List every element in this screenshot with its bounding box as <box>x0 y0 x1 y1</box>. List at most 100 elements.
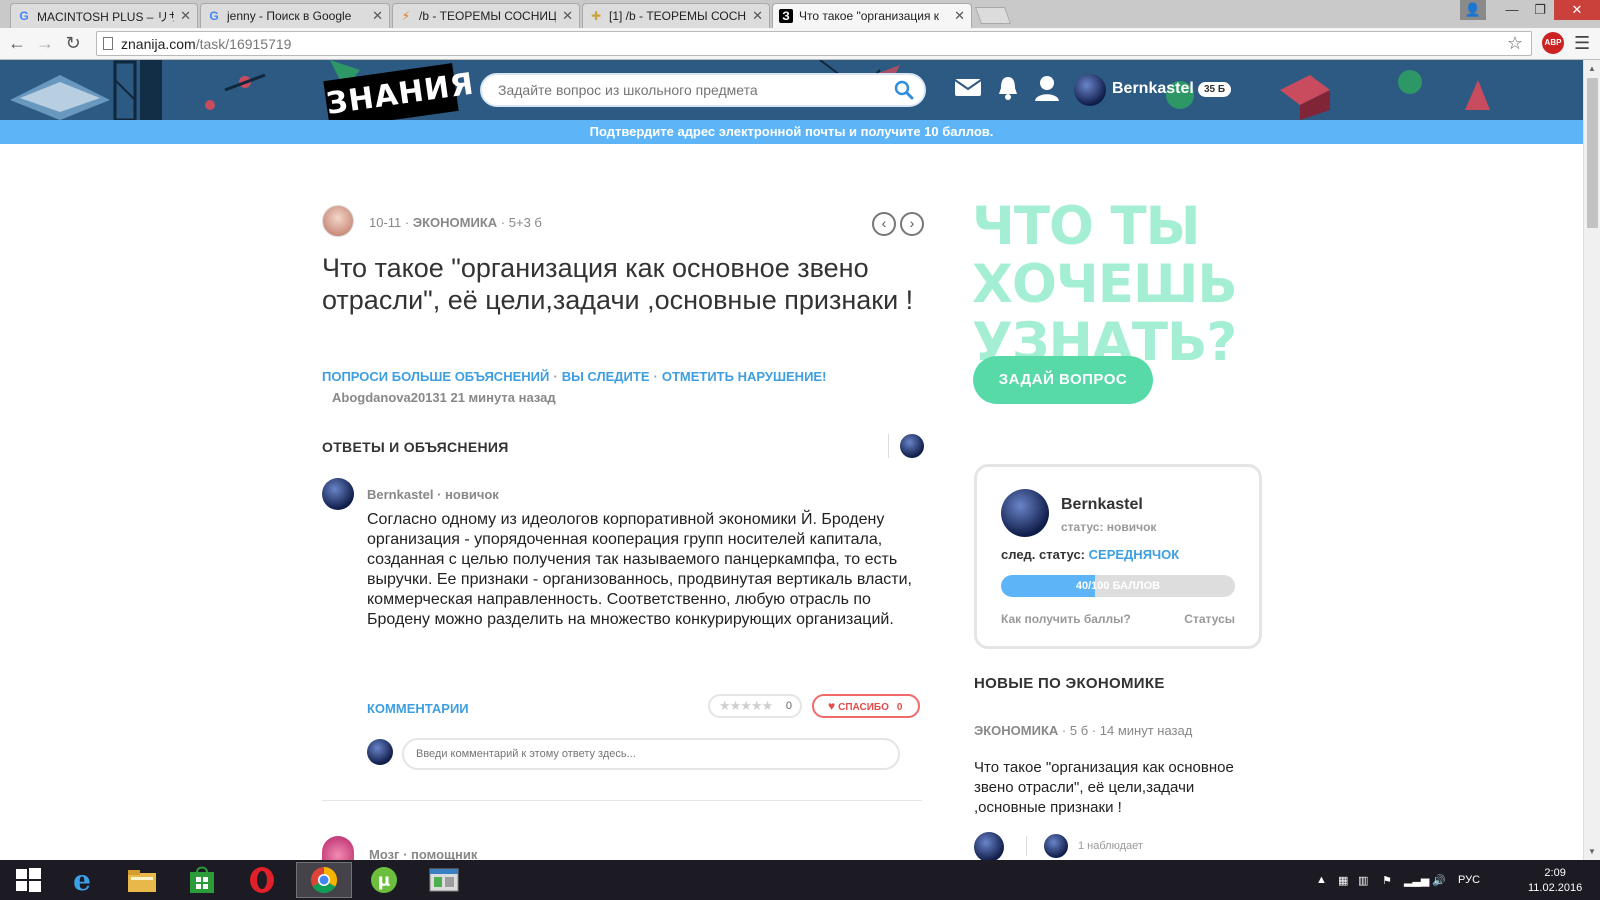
action-center-icon[interactable]: ▦ <box>1338 874 1348 887</box>
close-tab-icon[interactable]: ✕ <box>180 8 191 24</box>
tab-strip: G MACINTOSH PLUS – リサフ ✕ G jenny - Поиск… <box>0 0 1600 28</box>
answer-rank: новичок <box>445 487 499 502</box>
internet-explorer-icon[interactable]: e <box>54 862 110 898</box>
current-user-mini-avatar[interactable] <box>900 434 924 458</box>
how-to-get-points-link[interactable]: Как получить баллы? <box>1001 612 1131 626</box>
rating-count: 0 <box>785 700 792 712</box>
comment-input[interactable] <box>416 740 886 768</box>
browser-toolbar: ← → ↻ znanija.com/task/16915719 ☆ ABP ☰ <box>0 28 1600 60</box>
bookmark-star-icon[interactable]: ☆ <box>1507 33 1523 54</box>
question-grade[interactable]: 10-11 <box>369 215 401 230</box>
opera-icon[interactable] <box>234 862 290 898</box>
ask-more-explanations-link[interactable]: ПОПРОСИ БОЛЬШЕ ОБЪЯСНЕНИЙ <box>322 369 549 384</box>
google-icon: G <box>209 9 219 23</box>
watchers-count: 1 наблюдает <box>1078 840 1143 852</box>
points-progress-bar: 40/100 БАЛЛОВ <box>1001 575 1235 597</box>
answer2-author-avatar[interactable] <box>322 836 354 860</box>
utorrent-icon[interactable]: µ <box>356 862 412 898</box>
answer-rating[interactable]: ★★★★★ 0 <box>708 694 802 718</box>
browser-tab-5[interactable]: З Что такое "организация к ✕ <box>772 3 972 28</box>
next-question-button[interactable]: › <box>900 212 924 236</box>
answer-meta: Bernkastel · новичок <box>367 487 499 502</box>
divider <box>1026 836 1027 856</box>
tab-title: MACINTOSH PLUS – リサフ <box>37 9 174 24</box>
profile-avatar[interactable] <box>1001 489 1049 537</box>
header-username[interactable]: Bernkastel <box>1112 80 1194 98</box>
new-question-text[interactable]: Что такое "организация как основное звен… <box>974 758 1264 818</box>
adblock-icon[interactable]: ABP <box>1542 32 1564 54</box>
tab-title: /b - ТЕОРЕМЫ СОСНИЦК <box>419 9 557 23</box>
ask-question-button[interactable]: ЗАДАЙ ВОПРОС <box>973 356 1153 404</box>
svg-text:µ: µ <box>378 871 391 891</box>
search-input[interactable] <box>498 75 878 105</box>
browser-tab-3[interactable]: ⚡ /b - ТЕОРЕМЫ СОСНИЦК ✕ <box>392 3 580 28</box>
volume-icon[interactable]: 🔊 <box>1432 874 1446 887</box>
windows-start-icon[interactable] <box>0 862 56 898</box>
question-author-avatar[interactable] <box>322 205 354 237</box>
device-icon[interactable]: ▥ <box>1358 874 1368 887</box>
maximize-button[interactable]: ❐ <box>1526 0 1554 20</box>
answer-separator <box>322 800 922 801</box>
search-icon[interactable] <box>894 80 914 100</box>
close-tab-icon[interactable]: ✕ <box>562 8 573 24</box>
scroll-thumb[interactable] <box>1587 78 1598 228</box>
flag-icon[interactable]: ⚑ <box>1382 874 1392 887</box>
scroll-up-arrow-icon[interactable]: ▲ <box>1588 64 1596 73</box>
report-violation-link[interactable]: ОТМЕТИТЬ НАРУШЕНИЕ! <box>662 369 827 384</box>
window-controls: 👤 — ❐ ✕ <box>1460 0 1600 20</box>
address-bar[interactable]: znanija.com/task/16915719 ☆ <box>96 31 1532 56</box>
window-app-icon[interactable] <box>416 862 472 898</box>
profile-card: Bernkastel статус: новичок след. статус:… <box>974 464 1262 649</box>
following-link[interactable]: ВЫ СЛЕДИТЕ <box>562 369 650 384</box>
scroll-down-arrow-icon[interactable]: ▼ <box>1588 847 1596 856</box>
taskbar-clock[interactable]: 2:09 11.02.2016 <box>1528 866 1582 896</box>
file-explorer-icon[interactable] <box>114 862 170 898</box>
minimize-button[interactable]: — <box>1498 0 1526 20</box>
new-question-subject[interactable]: ЭКОНОМИКА <box>974 723 1058 738</box>
thanks-button[interactable]: ♥ СПАСИБО 0 <box>812 694 920 718</box>
profile-name[interactable]: Bernkastel <box>1061 496 1143 514</box>
comments-link[interactable]: КОММЕНТАРИИ <box>367 701 469 716</box>
mail-icon[interactable] <box>954 76 982 98</box>
close-tab-icon[interactable]: ✕ <box>752 8 763 24</box>
language-indicator[interactable]: РУС <box>1458 874 1480 886</box>
prev-question-button[interactable]: ‹ <box>872 212 896 236</box>
tab-title: jenny - Поиск в Google <box>227 9 352 23</box>
reload-icon[interactable]: ↻ <box>62 33 84 54</box>
user-profile-icon[interactable]: 👤 <box>1460 0 1486 20</box>
browser-tab-1[interactable]: G MACINTOSH PLUS – リサフ ✕ <box>10 3 198 28</box>
answer-author-avatar[interactable] <box>322 478 354 510</box>
chrome-icon[interactable] <box>296 862 352 898</box>
rating-stars-icon[interactable]: ★★★★★ <box>719 698 773 714</box>
email-confirm-banner[interactable]: Подтвердите адрес электронной почты и по… <box>0 120 1583 144</box>
notifications-bell-icon[interactable] <box>996 74 1020 102</box>
search-box <box>480 73 926 107</box>
browser-menu-icon[interactable]: ☰ <box>1574 33 1590 54</box>
close-window-button[interactable]: ✕ <box>1554 0 1600 20</box>
znanija-favicon-icon: З <box>779 9 793 23</box>
browser-tab-2[interactable]: G jenny - Поиск в Google ✕ <box>200 3 390 28</box>
header-points-badge: 35 Б <box>1198 82 1232 97</box>
forward-arrow-icon[interactable]: → <box>34 33 56 54</box>
close-tab-icon[interactable]: ✕ <box>372 8 383 24</box>
next-status: след. статус: СЕРЕДНЯЧОК <box>1001 547 1180 562</box>
network-signal-icon[interactable]: ▂▃▅ <box>1404 874 1429 887</box>
profile-status: статус: новичок <box>1061 520 1157 534</box>
heart-icon: ♥ <box>828 699 836 713</box>
close-tab-icon[interactable]: ✕ <box>954 8 965 24</box>
store-icon[interactable] <box>174 862 230 898</box>
new-tab-button[interactable] <box>974 7 1012 24</box>
new-question-author-avatar[interactable] <box>974 832 1004 862</box>
tray-expand-icon[interactable]: ▲ <box>1316 874 1327 886</box>
browser-tab-4[interactable]: ✚ [1] /b - ТЕОРЕМЫ СОСНИ ✕ <box>582 3 770 28</box>
statuses-link[interactable]: Статусы <box>1184 612 1235 626</box>
watcher-avatar[interactable] <box>1044 834 1068 858</box>
question-subject[interactable]: ЭКОНОМИКА <box>413 215 497 230</box>
page-scrollbar[interactable]: ▲ ▼ <box>1583 60 1600 860</box>
next-status-level[interactable]: СЕРЕДНЯЧОК <box>1089 547 1180 562</box>
answer-author[interactable]: Bernkastel <box>367 487 433 502</box>
profile-person-icon[interactable] <box>1034 74 1060 102</box>
tab-title: Что такое "организация к <box>799 9 940 23</box>
back-arrow-icon[interactable]: ← <box>6 33 28 54</box>
header-avatar[interactable] <box>1074 74 1106 106</box>
